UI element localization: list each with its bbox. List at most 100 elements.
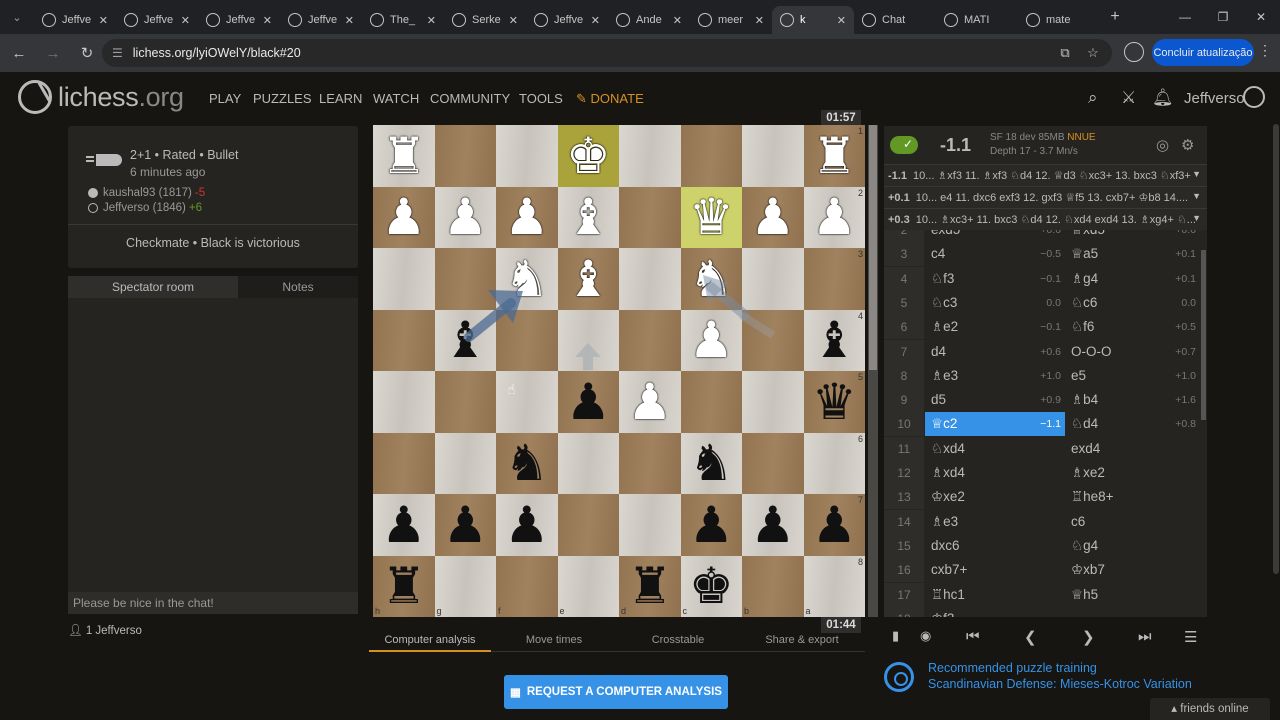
nav-learn[interactable]: LEARN bbox=[319, 91, 362, 106]
notifications-bell-icon[interactable]: 🔔︎ bbox=[1152, 88, 1174, 108]
update-browser-button[interactable]: Concluir atualização bbox=[1152, 39, 1254, 66]
black-knight-piece[interactable]: ♞ bbox=[689, 438, 734, 488]
black-pawn-piece[interactable]: ♟ bbox=[566, 377, 611, 427]
browser-tab[interactable]: mate bbox=[1018, 6, 1100, 34]
engine-toggle[interactable] bbox=[890, 136, 918, 154]
black-move[interactable]: ♔xb7 bbox=[1065, 558, 1200, 582]
square-e6[interactable] bbox=[557, 432, 619, 494]
square-d4[interactable] bbox=[619, 309, 681, 371]
pv-line-1[interactable]: -1.1 10... ♗xf3 11. ♗xf3 ♘d4 12. ♕d3 ♘xc3… bbox=[884, 164, 1207, 186]
square-b5[interactable] bbox=[742, 371, 804, 433]
pv-1-expand-icon[interactable]: ▼ bbox=[1192, 169, 1201, 179]
black-move[interactable]: ♖he8+ bbox=[1065, 485, 1200, 509]
tools-crossed-swords-icon[interactable]: ⚔ bbox=[1121, 88, 1136, 108]
black-pawn-piece[interactable]: ♟ bbox=[381, 500, 426, 550]
square-c7[interactable]: ♟ bbox=[680, 494, 742, 556]
site-info-icon[interactable]: ☰ bbox=[112, 46, 123, 60]
white-move[interactable]: ♘xd4 bbox=[925, 437, 1065, 461]
tab-search-chevron-icon[interactable]: ⌄ bbox=[0, 0, 34, 34]
white-move[interactable]: d4 +0.6 bbox=[925, 340, 1065, 364]
square-c3[interactable]: ♞ bbox=[680, 248, 742, 310]
browser-tab[interactable]: The_ ✕ bbox=[362, 6, 444, 34]
prev-move-icon[interactable]: ❮ bbox=[1024, 628, 1037, 646]
white-pawn-piece[interactable]: ♟ bbox=[381, 192, 426, 242]
white-move[interactable]: ♗e3 bbox=[925, 510, 1065, 534]
square-e8[interactable]: e bbox=[557, 555, 619, 617]
last-move-icon[interactable]: ⏭ bbox=[1138, 628, 1152, 645]
white-move[interactable]: d5 +0.9 bbox=[925, 388, 1065, 412]
white-pawn-piece[interactable]: ♟ bbox=[750, 192, 795, 242]
tab-computer-analysis[interactable]: Computer analysis bbox=[369, 630, 491, 652]
black-move[interactable]: ♕a5 +0.1 bbox=[1065, 242, 1200, 266]
nav-community[interactable]: COMMUNITY bbox=[430, 91, 510, 106]
black-pawn-piece[interactable]: ♟ bbox=[812, 500, 857, 550]
browser-tab[interactable]: Jeffve ✕ bbox=[526, 6, 608, 34]
square-d7[interactable] bbox=[619, 494, 681, 556]
tab-close-icon[interactable]: ✕ bbox=[99, 14, 108, 27]
black-move[interactable]: ♕xd5 +0.6 bbox=[1065, 230, 1200, 242]
square-h4[interactable] bbox=[373, 309, 435, 371]
square-b8[interactable]: b bbox=[742, 555, 804, 617]
square-g7[interactable]: ♟ bbox=[434, 494, 496, 556]
white-move[interactable]: cxb7+ bbox=[925, 558, 1065, 582]
white-move[interactable]: ♘f3 −0.1 bbox=[925, 267, 1065, 291]
forward-arrow-icon[interactable]: → bbox=[38, 38, 68, 68]
square-a5[interactable]: 5 ♛ bbox=[803, 371, 865, 433]
black-move[interactable]: ♘d4 +0.8 bbox=[1065, 412, 1200, 436]
page-scroll-thumb[interactable] bbox=[1273, 124, 1279, 574]
square-f3[interactable]: ♞ bbox=[496, 248, 558, 310]
square-g1[interactable] bbox=[434, 125, 496, 187]
square-g6[interactable] bbox=[434, 432, 496, 494]
browser-menu-icon[interactable]: ⋮ bbox=[1258, 42, 1272, 59]
search-icon[interactable]: ⌕ bbox=[1088, 88, 1098, 108]
pv-2-expand-icon[interactable]: ▼ bbox=[1192, 191, 1201, 201]
square-d1[interactable] bbox=[619, 125, 681, 187]
black-move[interactable]: ♗xe2 bbox=[1065, 461, 1200, 485]
square-f8[interactable]: f bbox=[496, 555, 558, 617]
user-menu[interactable]: Jeffverso bbox=[1184, 90, 1245, 107]
nav-tools[interactable]: TOOLS bbox=[519, 91, 563, 106]
square-b4[interactable] bbox=[742, 309, 804, 371]
square-a8[interactable]: 8a bbox=[803, 555, 865, 617]
close-window-icon[interactable]: ✕ bbox=[1242, 0, 1280, 34]
square-c8[interactable]: c ♚ bbox=[680, 555, 742, 617]
browser-tab[interactable]: Serke ✕ bbox=[444, 6, 526, 34]
square-c6[interactable]: ♞ bbox=[680, 432, 742, 494]
black-rook-piece[interactable]: ♜ bbox=[627, 561, 672, 611]
tab-crosstable[interactable]: Crosstable bbox=[617, 630, 739, 652]
tab-close-icon[interactable]: ✕ bbox=[591, 14, 600, 27]
square-f5[interactable] bbox=[496, 371, 558, 433]
tab-close-icon[interactable]: ✕ bbox=[837, 14, 846, 27]
square-d3[interactable] bbox=[619, 248, 681, 310]
black-move[interactable]: ♘c6 0.0 bbox=[1065, 291, 1200, 315]
board-resize-strip[interactable] bbox=[868, 125, 878, 617]
square-h1[interactable]: ♜ bbox=[373, 125, 435, 187]
white-move[interactable]: ♔f3 bbox=[925, 607, 1065, 617]
white-move[interactable]: ♗xd4 bbox=[925, 461, 1065, 485]
white-move[interactable]: ♗e2 −0.1 bbox=[925, 315, 1065, 339]
white-knight-piece[interactable]: ♞ bbox=[689, 254, 734, 304]
tab-close-icon[interactable]: ✕ bbox=[509, 14, 518, 27]
square-h8[interactable]: h ♜ bbox=[373, 555, 435, 617]
square-e1[interactable]: ♚ bbox=[557, 125, 619, 187]
black-bishop-piece[interactable]: ♝ bbox=[812, 315, 857, 365]
square-g2[interactable]: ♟ bbox=[434, 186, 496, 248]
black-move[interactable]: ♘g4 bbox=[1065, 534, 1200, 558]
square-c4[interactable]: ♟ bbox=[680, 309, 742, 371]
pv-3-expand-icon[interactable]: ▼ bbox=[1192, 213, 1201, 223]
lichess-logo[interactable]: lichess.org bbox=[18, 80, 184, 114]
square-f1[interactable] bbox=[496, 125, 558, 187]
recommended-puzzle[interactable]: Recommended puzzle training Scandinavian… bbox=[884, 658, 1207, 698]
white-pawn-piece[interactable]: ♟ bbox=[504, 192, 549, 242]
chess-board[interactable]: ♜ ♚ 1 ♜ ♟ ♟ ♟ ♝ ♛ ♟ 2 ♟ ♞ ♝ ♞ 3 ♝ ♟ 4 ♝ ♟ ♟ 5 ♛ ♞ ♞ 6 ♟ ♟ ♟ ♟ ♟ 7 ♟ h ♜ g f e d… bbox=[373, 125, 865, 617]
black-move[interactable]: O-O-O +0.7 bbox=[1065, 340, 1200, 364]
square-e7[interactable] bbox=[557, 494, 619, 556]
square-h3[interactable] bbox=[373, 248, 435, 310]
browser-tab[interactable]: k ✕ bbox=[772, 6, 854, 34]
minimize-icon[interactable]: — bbox=[1166, 0, 1204, 34]
square-e5[interactable]: ♟ bbox=[557, 371, 619, 433]
square-g4[interactable]: ♝ bbox=[434, 309, 496, 371]
square-a7[interactable]: 7 ♟ bbox=[803, 494, 865, 556]
url-field[interactable]: ☰ lichess.org/lyiOWelY/black#20 ⧉ ☆ bbox=[102, 39, 1112, 67]
black-move[interactable]: ♗b4 +1.6 bbox=[1065, 388, 1200, 412]
